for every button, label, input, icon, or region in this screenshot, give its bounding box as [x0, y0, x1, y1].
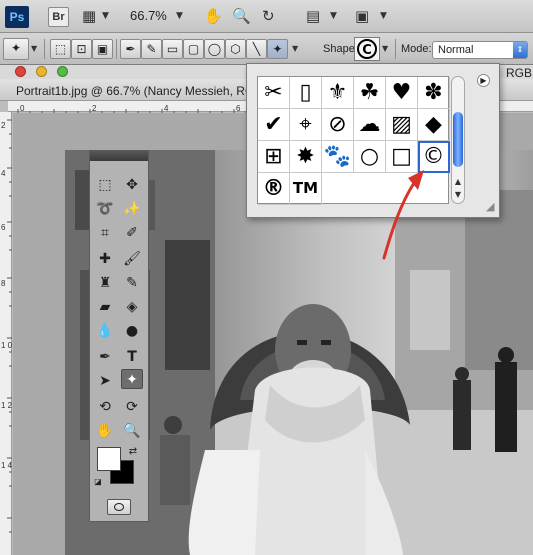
arrow-shaft: [382, 181, 416, 260]
photoshop-window: Ps Br ▦ ▼ 66.7% ▼ ✋ 🔍 ↻ ▤ ▼ ▣ ▼ ✦ ▼ ⬚ ⊡ …: [0, 0, 533, 555]
annotation-arrow: [382, 170, 424, 260]
